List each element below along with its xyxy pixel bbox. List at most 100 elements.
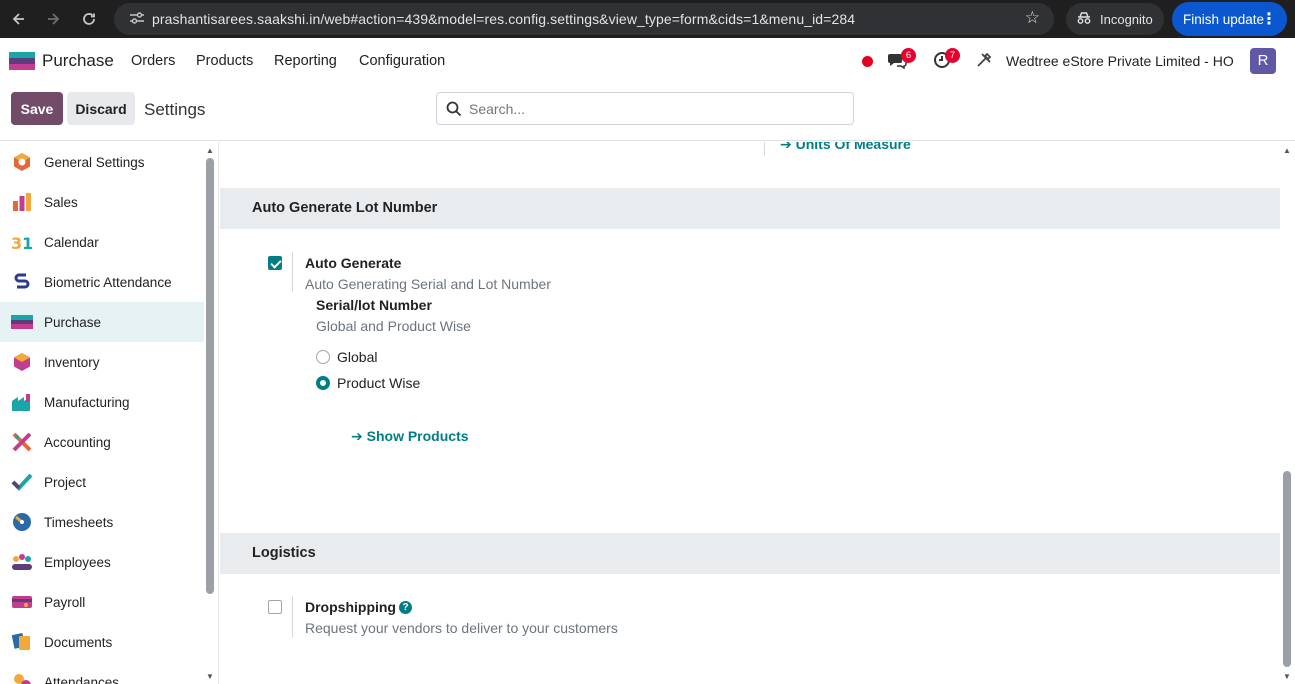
- user-avatar[interactable]: R: [1250, 48, 1276, 74]
- settings-sidebar: General Settings Sales 31 Calendar Biome…: [0, 142, 219, 684]
- sidebar-item-label: Project: [44, 474, 87, 490]
- page-title: Settings: [144, 100, 206, 119]
- timesheets-icon: [13, 513, 31, 531]
- auto-generate-description: Auto Generating Serial and Lot Number: [305, 276, 551, 292]
- messages-badge: 6: [901, 48, 916, 63]
- scroll-up-icon[interactable]: ▲: [206, 146, 214, 155]
- scroll-up-icon[interactable]: ▲: [1283, 146, 1291, 155]
- section-title-logistics: Logistics: [220, 533, 1280, 574]
- incognito-label: Incognito: [1100, 11, 1153, 27]
- inventory-icon: [14, 353, 30, 371]
- reload-icon: [83, 13, 95, 25]
- search-input[interactable]: [469, 100, 839, 117]
- sidebar-item-manufacturing[interactable]: Manufacturing: [0, 382, 204, 422]
- control-panel: Save Discard Settings: [0, 84, 1295, 141]
- activities-badge: 7: [945, 48, 960, 63]
- auto-generate-label: Auto Generate: [305, 255, 402, 271]
- reload-button[interactable]: [72, 5, 106, 33]
- sidebar-item-project[interactable]: Project: [0, 462, 204, 502]
- app-name[interactable]: Purchase: [42, 51, 114, 71]
- sidebar-item-label: Purchase: [44, 314, 102, 330]
- sidebar-item-sales[interactable]: Sales: [0, 182, 204, 222]
- units-of-measure-link[interactable]: ➔ Units Of Measure: [780, 142, 911, 153]
- content-scrollbar-thumb[interactable]: [1283, 471, 1291, 667]
- accounting-icon: [12, 432, 32, 452]
- search-box[interactable]: [436, 92, 854, 125]
- sidebar-item-label: Accounting: [44, 434, 111, 450]
- incognito-icon: [1076, 11, 1092, 28]
- divider: [764, 142, 765, 156]
- menu-configuration[interactable]: Configuration: [359, 53, 445, 69]
- sidebar-item-label: Documents: [44, 634, 113, 650]
- sidebar-item-inventory[interactable]: Inventory: [0, 342, 204, 382]
- sidebar-item-label: Manufacturing: [44, 394, 130, 410]
- sidebar-item-documents[interactable]: Documents: [0, 622, 204, 662]
- back-button[interactable]: [2, 5, 36, 33]
- radio-product-wise-label[interactable]: Product Wise: [337, 375, 420, 391]
- save-button[interactable]: Save: [11, 92, 63, 125]
- status-dot-icon[interactable]: [862, 56, 873, 67]
- debug-tools-icon[interactable]: [976, 52, 992, 73]
- section-title-lot: Auto Generate Lot Number: [220, 188, 1280, 229]
- address-bar[interactable]: prashantisarees.saakshi.in/web#action=43…: [114, 3, 1054, 35]
- divider: [292, 596, 293, 638]
- sidebar-item-label: Timesheets: [44, 514, 114, 530]
- sidebar-item-payroll[interactable]: Payroll: [0, 582, 204, 622]
- forward-arrow-icon: [48, 13, 60, 25]
- sidebar-scrollbar-thumb[interactable]: [206, 158, 214, 594]
- forward-button[interactable]: [36, 5, 70, 33]
- payroll-icon: [12, 596, 32, 608]
- scroll-down-icon[interactable]: ▼: [1283, 672, 1291, 681]
- radio-product-wise[interactable]: [316, 376, 330, 390]
- manufacturing-icon: [12, 394, 30, 411]
- sidebar-item-label: General Settings: [44, 154, 145, 170]
- discard-button[interactable]: Discard: [67, 92, 135, 125]
- sidebar-item-biometric-attendance[interactable]: Biometric Attendance: [0, 262, 204, 302]
- menu-products[interactable]: Products: [196, 53, 253, 69]
- help-question-icon[interactable]: ?: [399, 601, 412, 614]
- radio-global-label[interactable]: Global: [337, 349, 377, 365]
- bookmark-star-icon[interactable]: ☆: [1025, 8, 1040, 28]
- documents-icon: [11, 633, 30, 650]
- general-settings-icon: [14, 153, 30, 171]
- dropshipping-checkbox[interactable]: [268, 600, 282, 614]
- sidebar-item-employees[interactable]: Employees: [0, 542, 204, 582]
- sidebar-item-label: Calendar: [44, 234, 99, 250]
- project-icon: [11, 473, 33, 491]
- arrow-right-icon: ➔: [351, 428, 367, 444]
- sidebar-item-label: Inventory: [44, 354, 100, 370]
- sidebar-item-accounting[interactable]: Accounting: [0, 422, 204, 462]
- site-info-icon[interactable]: [122, 11, 152, 28]
- menu-reporting[interactable]: Reporting: [274, 53, 337, 69]
- url-text: prashantisarees.saakshi.in/web#action=43…: [152, 11, 856, 27]
- auto-generate-checkbox[interactable]: [268, 256, 282, 270]
- svg-text:1: 1: [22, 234, 33, 253]
- sidebar-item-general-settings[interactable]: General Settings: [0, 142, 204, 182]
- show-products-link[interactable]: ➔ Show Products: [351, 428, 469, 445]
- settings-content: ➔ Units Of Measure Auto Generate Lot Num…: [220, 142, 1280, 684]
- sidebar-item-label: Biometric Attendance: [44, 274, 172, 290]
- sidebar-item-attendances[interactable]: Attendances: [0, 662, 204, 684]
- purchase-app-icon[interactable]: [9, 52, 35, 70]
- scroll-down-icon[interactable]: ▼: [206, 672, 214, 681]
- serial-lot-label: Serial/lot Number: [316, 297, 432, 313]
- company-switcher[interactable]: Wedtree eStore Private Limited - HO: [1006, 53, 1234, 69]
- more-vert-icon[interactable]: ⋮: [1261, 9, 1277, 29]
- incognito-indicator[interactable]: Incognito: [1066, 3, 1164, 35]
- sidebar-item-label: Employees: [44, 554, 111, 570]
- sidebar-item-purchase[interactable]: Purchase: [0, 302, 204, 342]
- attendances-icon: [14, 674, 31, 684]
- radio-global[interactable]: [316, 350, 330, 364]
- calendar-icon: 31: [11, 234, 33, 253]
- divider: [292, 252, 293, 292]
- sales-icon: [13, 193, 31, 211]
- employees-icon: [12, 554, 32, 570]
- serial-lot-description: Global and Product Wise: [316, 318, 471, 334]
- dropshipping-description: Request your vendors to deliver to your …: [305, 620, 618, 636]
- finish-update-button[interactable]: Finish update ⋮: [1172, 2, 1287, 36]
- sidebar-item-calendar[interactable]: 31 Calendar: [0, 222, 204, 262]
- menu-orders[interactable]: Orders: [131, 53, 175, 69]
- sidebar-item-label: Payroll: [44, 594, 86, 610]
- biometric-icon: [14, 273, 30, 289]
- sidebar-item-timesheets[interactable]: Timesheets: [0, 502, 204, 542]
